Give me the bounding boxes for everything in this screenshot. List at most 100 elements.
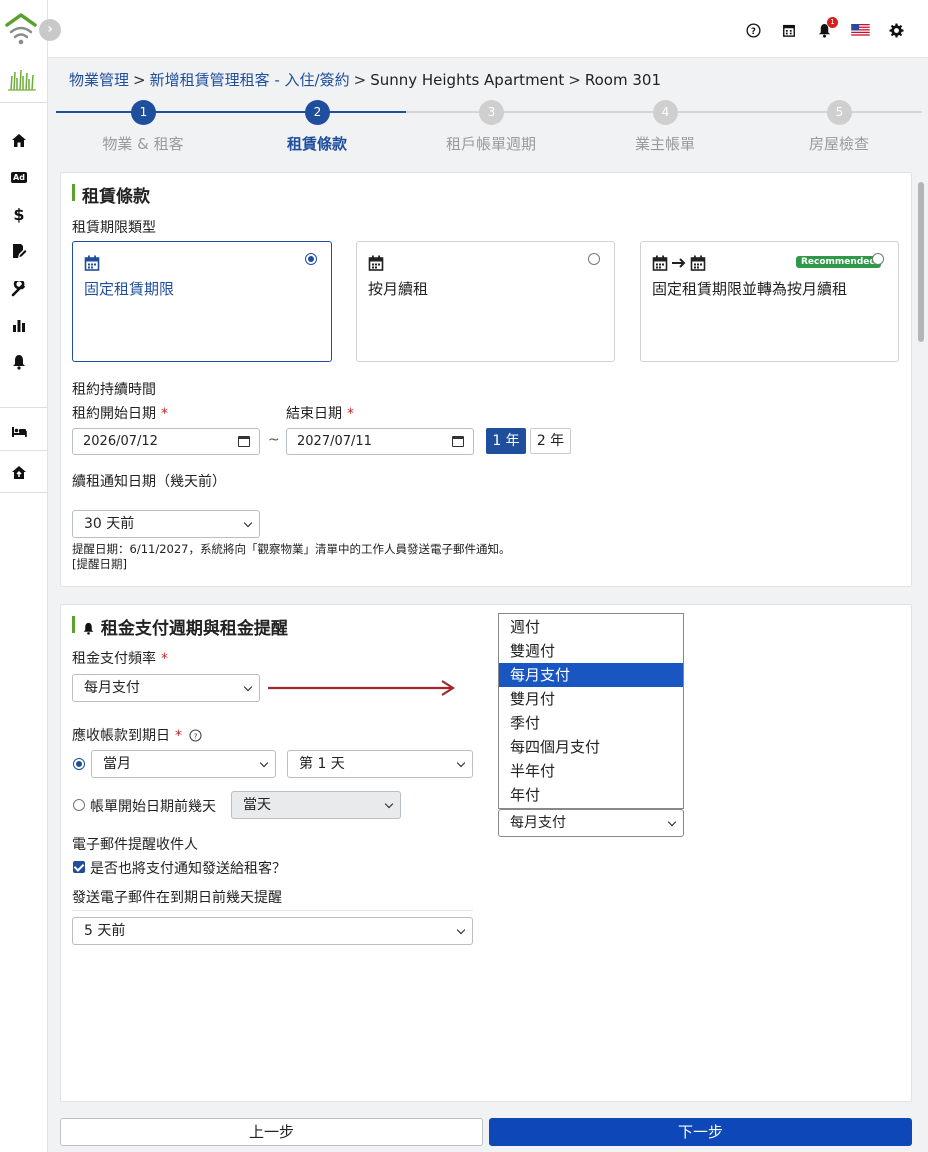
due-before-billing-radio[interactable] [73,799,85,811]
app-logo-icon[interactable] [4,12,38,46]
progress-stepper: 1 物業 & 租客 2 租賃條款 3 租戶帳單週期 4 業主帳單 5 房屋檢查 [56,96,922,160]
step-4-label[interactable]: 業主帳單 [585,133,745,154]
chevron-down-icon [667,817,677,827]
reminder-days-value: 5 天前 [84,923,126,939]
calendar-icon[interactable] [238,436,250,447]
dropdown-option-semiannual[interactable]: 半年付 [499,759,683,783]
recommended-badge: Recommended [796,256,881,268]
two-year-button[interactable]: 2 年 [530,428,571,454]
term-option-fixed-then-monthly-radio[interactable] [872,253,884,265]
due-month-value: 當月 [103,756,131,772]
one-year-button[interactable]: 1 年 [486,428,526,454]
calendar-icon [84,254,100,272]
payment-frequency-dropdown-list: 週付 雙週付 每月支付 雙月付 季付 每四個月支付 半年付 年付 [498,613,684,809]
email-recipients-label: 電子郵件提醒收件人 [72,837,198,853]
chevron-down-icon [456,758,466,768]
dropdown-option-monthly[interactable]: 每月支付 [499,663,683,687]
due-day-select[interactable]: 第 1 天 [287,750,473,778]
wrench-icon[interactable] [10,280,28,298]
due-before-billing-value: 當天 [243,797,271,813]
previous-step-button[interactable]: 上一步 [60,1118,483,1146]
bar-chart-icon[interactable] [10,316,28,334]
step-2-circle[interactable]: 2 [305,100,330,125]
send-tenant-checkbox[interactable] [73,861,85,873]
start-date-input[interactable]: 2026/07/12 [72,428,260,455]
term-option-fixed-then-monthly[interactable]: Recommended 固定租賃期限並轉為按月續租 [640,241,899,362]
dropdown-option-weekly[interactable]: 週付 [499,615,683,639]
calendar-arrow-calendar-icon [652,254,706,272]
required-asterisk: * [161,651,168,667]
payment-frequency-label: 租金支付頻率 * [72,648,168,668]
step-1-label[interactable]: 物業 & 租客 [63,133,223,154]
calendar-icon[interactable] [452,436,464,447]
renewal-notice-select[interactable]: 30 天前 [72,510,260,538]
required-asterisk: * [161,406,168,422]
top-bar: ? 1 [48,0,928,58]
dropdown-option-every-four-months[interactable]: 每四個月支付 [499,735,683,759]
lease-terms-title: 租賃條款 [72,182,150,207]
chevron-down-icon [243,682,253,692]
edit-document-icon[interactable] [10,242,28,260]
term-option-fixed[interactable]: 固定租賃期限 [72,241,332,362]
home-icon[interactable] [10,131,28,149]
dropdown-option-bimonthly[interactable]: 雙月付 [499,687,683,711]
dollar-icon[interactable]: $ [10,204,28,224]
term-option-fixed-then-monthly-title: 固定租賃期限並轉為按月續租 [652,280,848,298]
breadcrumb-item-property-management[interactable]: 物業管理 [69,71,129,89]
step-1-circle[interactable]: 1 [131,100,156,125]
due-day-value: 第 1 天 [299,756,345,772]
reminder-days-select[interactable]: 5 天前 [72,917,473,945]
payment-frequency-label-text: 租金支付頻率 [72,651,156,667]
renewal-notice-value: 30 天前 [84,516,135,532]
bell-icon [83,622,94,635]
payment-frequency-select[interactable]: 每月支付 [72,674,260,702]
step-3-circle[interactable]: 3 [479,100,504,125]
dropdown-option-quarterly[interactable]: 季付 [499,711,683,735]
question-circle-icon[interactable]: ? [744,21,762,39]
dollar-icon-text: $ [13,204,25,224]
term-option-monthly[interactable]: 按月續租 [356,241,615,362]
step-5-circle[interactable]: 5 [827,100,852,125]
svg-text:?: ? [751,25,756,35]
chevron-down-icon [259,758,269,768]
step-5-label[interactable]: 房屋檢查 [759,133,919,154]
start-date-label: 租約開始日期 * [72,403,168,423]
question-circle-icon[interactable]: ? [189,729,203,742]
rent-payment-title: 租金支付週期與租金提醒 [72,614,288,639]
payment-frequency-value: 每月支付 [84,680,140,696]
due-date-label-text: 應收帳款到期日 [72,728,170,744]
date-range-separator: ~ [268,432,280,448]
stepper-progress-line [56,111,406,113]
ad-icon[interactable]: Ad [10,168,28,186]
end-date-input[interactable]: 2027/07/11 [286,428,474,455]
bed-icon[interactable] [10,422,28,440]
sidebar-divider [0,102,48,103]
bell-icon[interactable] [10,353,28,371]
step-3-label[interactable]: 租戶帳單週期 [411,133,571,154]
send-tenant-label: 是否也將支付通知發送給租客？ [90,861,286,877]
step-4-circle[interactable]: 4 [653,100,678,125]
us-flag-icon[interactable] [850,21,870,39]
breadcrumb-item-add-tenant[interactable]: 新增租賃管理租客 - 入住/簽約 [150,71,350,89]
bell-icon[interactable]: 1 [815,17,838,39]
sidebar-collapse-button[interactable]: › [39,19,61,41]
step-2-label[interactable]: 租賃條款 [237,133,397,154]
term-option-monthly-title: 按月續租 [368,280,429,298]
due-current-month-radio[interactable] [73,758,85,770]
rent-payment-title-text: 租金支付週期與租金提醒 [100,619,288,639]
gear-icon[interactable] [887,21,905,39]
house-up-icon[interactable] [10,463,28,481]
next-step-button[interactable]: 下一步 [489,1118,912,1146]
dropdown-option-biweekly[interactable]: 雙週付 [499,639,683,663]
due-before-billing-select[interactable]: 當天 [231,791,401,819]
renewal-notice-label: 續租通知日期（幾天前） [72,474,226,490]
required-asterisk: * [175,728,182,744]
chevron-down-icon [384,799,394,809]
due-month-select[interactable]: 當月 [91,750,276,778]
dropdown-option-annual[interactable]: 年付 [499,783,683,807]
calendar-icon[interactable] [780,21,798,39]
term-option-fixed-radio[interactable] [305,253,317,265]
scrollbar-thumb[interactable] [918,182,924,342]
payment-frequency-dropdown-select[interactable]: 每月支付 [498,809,684,837]
term-option-monthly-radio[interactable] [588,253,600,265]
